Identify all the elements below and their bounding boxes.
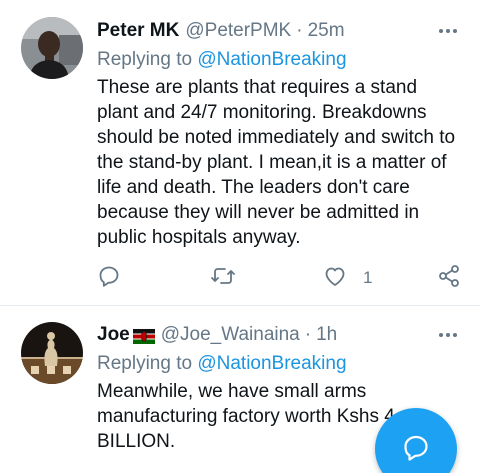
reply-button[interactable] xyxy=(97,265,121,291)
tweet-text: These are plants that requires a stand p… xyxy=(97,77,456,248)
more-icon[interactable] xyxy=(438,325,458,345)
share-icon xyxy=(437,264,461,293)
author-handle[interactable]: @Joe_Wainaina xyxy=(161,324,300,346)
tweet-actions: 1 xyxy=(97,264,463,293)
retweet-icon xyxy=(210,264,236,293)
timestamp[interactable]: 1h xyxy=(316,324,337,346)
tweet[interactable]: Peter MK @PeterPMK · 25m Replying to @Na… xyxy=(0,0,480,306)
share-button[interactable] xyxy=(437,264,461,293)
like-button[interactable]: 1 xyxy=(323,265,372,291)
separator: · xyxy=(296,20,303,41)
replying-prefix: Replying to xyxy=(97,49,198,70)
more-icon[interactable] xyxy=(438,21,458,41)
replying-to: Replying to @NationBreaking xyxy=(97,351,462,376)
replying-to: Replying to @NationBreaking xyxy=(97,47,462,72)
replying-prefix: Replying to xyxy=(97,353,198,374)
kenya-flag-icon xyxy=(132,328,155,344)
like-count: 1 xyxy=(363,268,373,287)
avatar[interactable] xyxy=(21,322,83,384)
author-handle[interactable]: @PeterPMK xyxy=(185,20,291,42)
separator: · xyxy=(304,324,312,345)
reply-icon xyxy=(97,264,121,293)
author-name[interactable]: Joe xyxy=(97,324,130,346)
heart-icon xyxy=(323,264,347,293)
author-name[interactable]: Peter MK xyxy=(97,20,179,42)
retweet-button[interactable] xyxy=(210,265,236,291)
avatar[interactable] xyxy=(21,17,83,79)
mention-link[interactable]: @NationBreaking xyxy=(197,49,346,70)
mention-link[interactable]: @NationBreaking xyxy=(197,353,346,374)
timestamp[interactable]: 25m xyxy=(308,20,345,42)
